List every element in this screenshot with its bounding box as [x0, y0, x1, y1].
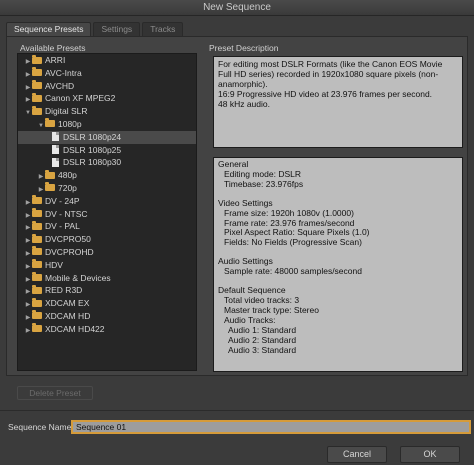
tree-item-label: DV - NTSC	[45, 208, 88, 219]
tree-folder-row[interactable]: ▼ Digital SLR	[18, 105, 196, 118]
folder-icon	[45, 182, 55, 192]
tree-folder-row[interactable]: ▶ 480p	[18, 169, 196, 182]
tree-item-label: DV - 24P	[45, 195, 80, 206]
info-video-line: Fields: No Fields (Progressive Scan)	[224, 237, 362, 248]
folder-icon	[32, 208, 42, 218]
tree-preset-row[interactable]: DSLR 1080p24	[18, 130, 196, 144]
tree-folder-row[interactable]: ▶ XDCAM HD422	[18, 323, 196, 336]
folder-icon	[32, 54, 42, 64]
folder-icon	[45, 118, 55, 128]
tree-folder-row[interactable]: ▶ Mobile & Devices	[18, 272, 196, 285]
preset-description-text: For editing most DSLR Formats (like the …	[218, 59, 443, 109]
tree-item-label: XDCAM HD	[45, 310, 91, 321]
folder-icon	[32, 80, 42, 90]
folder-icon	[32, 220, 42, 230]
tree-item-label: 720p	[58, 182, 77, 193]
tree-item-label: Mobile & Devices	[45, 272, 111, 283]
tree-item-label: DV - PAL	[45, 221, 80, 232]
info-audio-track-line: Audio 2: Standard	[228, 334, 297, 345]
tree-folder-row[interactable]: ▶ AVC-Intra	[18, 67, 196, 80]
window-titlebar: New Sequence	[0, 0, 474, 16]
sequence-name-label: Sequence Name:	[8, 422, 74, 432]
folder-icon	[32, 259, 42, 269]
tree-item-label: HDV	[45, 259, 63, 270]
tree-folder-row[interactable]: ▶ XDCAM HD	[18, 310, 196, 323]
window-title: New Sequence	[203, 2, 271, 13]
info-general-line: Timebase: 23.976fps	[224, 178, 304, 189]
tree-item-label: 1080p	[58, 118, 82, 129]
tree-folder-row[interactable]: ▼ 1080p	[18, 118, 196, 131]
tree-item-label: DSLR 1080p30	[63, 157, 122, 168]
folder-icon	[32, 323, 42, 333]
expand-right-icon[interactable]: ▶	[24, 325, 32, 338]
folder-icon	[32, 284, 42, 294]
preset-description-title: Preset Description	[209, 43, 279, 53]
tab-settings[interactable]: Settings	[93, 22, 141, 36]
tree-folder-row[interactable]: ▶ DV - 24P	[18, 195, 196, 208]
tree-item-label: DSLR 1080p25	[63, 144, 122, 155]
delete-preset-button[interactable]: Delete Preset	[17, 386, 93, 400]
presets-tree[interactable]: ▶ ARRI ▶ AVC-Intra ▶ AVCHD ▶ Canon XF MPEG2 ▼ Dig…	[17, 53, 197, 371]
tab-tracks[interactable]: Tracks	[142, 22, 184, 36]
preset-info-box: General Editing mode: DSLR Timebase: 23.…	[213, 157, 463, 372]
folder-icon	[45, 169, 55, 179]
tree-item-label: DSLR 1080p24	[63, 131, 122, 142]
tree-folder-row[interactable]: ▶ ARRI	[18, 54, 196, 67]
tree-folder-row[interactable]: ▶ DV - NTSC	[18, 208, 196, 221]
folder-icon	[32, 272, 42, 282]
tree-item-label: XDCAM HD422	[45, 323, 105, 334]
tree-folder-row[interactable]: ▶ AVCHD	[18, 80, 196, 93]
tab-bar: Sequence Presets Settings Tracks	[6, 22, 184, 36]
tree-folder-row[interactable]: ▶ XDCAM EX	[18, 297, 196, 310]
tree-item-label: RED R3D	[45, 285, 83, 296]
tree-folder-row[interactable]: ▶ 720p	[18, 182, 196, 195]
folder-icon	[32, 105, 42, 115]
tree-item-label: AVC-Intra	[45, 67, 82, 78]
tree-item-label: 480p	[58, 170, 77, 181]
tree-item-label: ARRI	[45, 55, 66, 65]
ok-button[interactable]: OK	[400, 446, 460, 463]
tree-item-label: DVCPRO50	[45, 234, 91, 245]
available-presets-title: Available Presets	[20, 43, 86, 53]
tree-item-label: XDCAM EX	[45, 298, 90, 309]
tree-preset-row[interactable]: DSLR 1080p30	[18, 156, 196, 169]
tree-item-label: DVCPROHD	[45, 246, 94, 257]
sequence-name-input[interactable]	[71, 420, 471, 434]
tree-folder-row[interactable]: ▶ Canon XF MPEG2	[18, 92, 196, 105]
preset-file-icon	[52, 157, 59, 167]
folder-icon	[32, 92, 42, 102]
info-audio-line: Sample rate: 48000 samples/second	[224, 266, 362, 277]
info-audio-track-line: Audio 3: Standard	[228, 344, 297, 355]
tree-folder-row[interactable]: ▶ HDV	[18, 259, 196, 272]
tree-folder-row[interactable]: ▶ DV - PAL	[18, 220, 196, 233]
folder-icon	[32, 195, 42, 205]
tree-folder-row[interactable]: ▶ DVCPROHD	[18, 246, 196, 259]
preset-file-icon	[52, 145, 59, 155]
tree-item-label: Digital SLR	[45, 106, 88, 117]
folder-icon	[32, 310, 42, 320]
tree-folder-row[interactable]: ▶ DVCPRO50	[18, 233, 196, 246]
tree-item-label: Canon XF MPEG2	[45, 93, 116, 104]
preset-description-box: For editing most DSLR Formats (like the …	[213, 56, 463, 148]
folder-icon	[32, 67, 42, 77]
cancel-button[interactable]: Cancel	[327, 446, 387, 463]
tree-item-label: AVCHD	[45, 80, 75, 91]
tree-folder-row[interactable]: ▶ RED R3D	[18, 284, 196, 297]
preset-file-icon	[52, 132, 59, 142]
tree-preset-row[interactable]: DSLR 1080p25	[18, 144, 196, 157]
folder-icon	[32, 246, 42, 256]
tab-sequence-presets[interactable]: Sequence Presets	[6, 22, 92, 36]
folder-icon	[32, 297, 42, 307]
folder-icon	[32, 233, 42, 243]
divider	[0, 410, 474, 411]
